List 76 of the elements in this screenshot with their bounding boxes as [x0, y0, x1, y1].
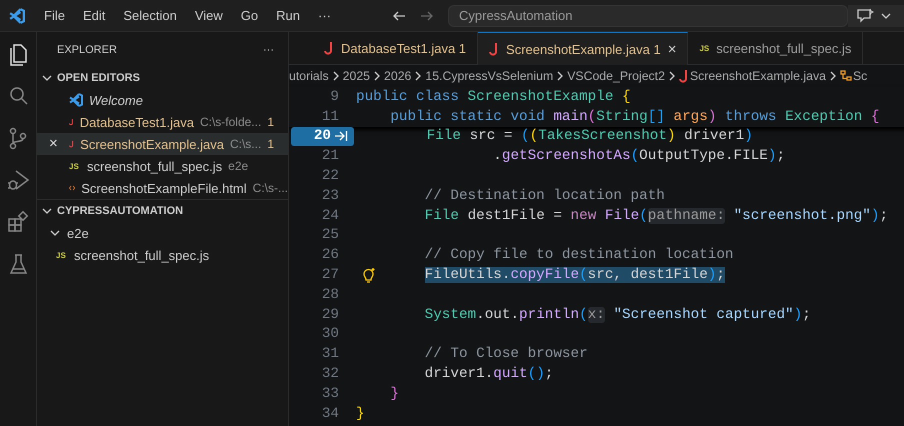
- java-icon: [678, 69, 689, 83]
- tree-item[interactable]: e2e: [37, 222, 288, 244]
- line-number: 9: [329, 88, 339, 107]
- menu-item[interactable]: View: [188, 5, 230, 26]
- class-icon: [840, 70, 852, 82]
- line-number: 26: [320, 246, 339, 266]
- tree-item[interactable]: JS screenshot_full_spec.js: [37, 244, 288, 266]
- app-logo-icon: [9, 8, 25, 24]
- code-line: }: [389, 386, 399, 402]
- code-line: driver1.quit();: [424, 366, 554, 382]
- vscode-logo-icon: [69, 93, 83, 107]
- code-line: // Destination location path: [424, 188, 665, 204]
- line-number: 21: [320, 147, 339, 166]
- close-button[interactable]: ×: [49, 135, 58, 152]
- line-number: 27: [320, 266, 339, 285]
- menu-item[interactable]: Run: [269, 5, 307, 26]
- panel-title: EXPLORER: [57, 44, 117, 56]
- code-line: File dest1File = new File(pathname: "screenshot.png");: [424, 208, 888, 224]
- open-editor-item[interactable]: JS screenshot_full_spec.js e2e: [37, 155, 288, 177]
- chat-icon[interactable]: [856, 8, 874, 24]
- line-number: 24: [320, 206, 339, 226]
- breadcrumb-item[interactable]: 2026: [384, 69, 412, 83]
- menu-item[interactable]: File: [37, 5, 72, 26]
- editor-tab[interactable]: JS screenshot_full_spec.js: [688, 32, 864, 64]
- line-number: 28: [320, 286, 339, 305]
- code-line: File src = ((TakesScreenshot) driver1): [426, 128, 753, 144]
- code-line: }: [356, 406, 365, 422]
- js-file-icon: JS: [56, 250, 68, 260]
- run-debug-icon[interactable]: [6, 168, 30, 192]
- menu-item[interactable]: Selection: [116, 5, 184, 26]
- code-line: // Copy file to destination location: [424, 247, 734, 264]
- section-header[interactable]: OPEN EDITORS: [37, 67, 288, 89]
- breadcrumb-item[interactable]: utorials: [289, 69, 329, 83]
- js-file-icon: JS: [69, 162, 81, 170]
- section-header[interactable]: CYPRESSAUTOMATION: [37, 199, 288, 222]
- jump-arrow-icon: [334, 130, 348, 142]
- extensions-icon[interactable]: [6, 210, 30, 234]
- line-number: 11: [320, 108, 339, 127]
- breadcrumb-item[interactable]: VSCode_Project2: [567, 69, 665, 83]
- code-line: // To Close browser: [424, 346, 588, 362]
- forward-arrow-icon[interactable]: [420, 8, 434, 22]
- menu-item[interactable]: Go: [234, 5, 266, 26]
- line-number: 23: [320, 186, 339, 206]
- line-number: 22: [320, 167, 339, 186]
- line-number: 20: [291, 126, 354, 146]
- open-editor-item[interactable]: Welcome: [37, 89, 288, 111]
- open-editor-item[interactable]: DatabaseTest1.java C:\s-folde... 1: [37, 111, 288, 133]
- line-number: 33: [320, 384, 339, 404]
- menu-item[interactable]: ···: [311, 5, 338, 26]
- lightbulb-icon[interactable]: [361, 268, 375, 284]
- line-number: 31: [320, 345, 339, 364]
- line-number: 32: [320, 365, 339, 384]
- code-line: .getScreenshotAs(OutputType.FILE);: [492, 148, 786, 164]
- java-icon: [489, 42, 500, 56]
- command-search-field[interactable]: CypressAutomation: [448, 4, 848, 26]
- open-editor-item[interactable]: × ScreenshotExample.java C:\s... 1: [37, 133, 288, 155]
- menu-item[interactable]: Edit: [76, 5, 112, 26]
- js-file-icon: JS: [699, 44, 710, 52]
- breadcrumb-item[interactable]: 15.CypressVsSelenium: [425, 69, 554, 83]
- more-actions-button[interactable]: ···: [263, 44, 274, 56]
- editor-tab[interactable]: ScreenshotExample.java 1 ×: [478, 32, 688, 65]
- line-number: 29: [320, 306, 339, 325]
- line-number: 25: [320, 226, 339, 246]
- line-number: 30: [320, 325, 339, 344]
- close-tab-button[interactable]: ×: [668, 40, 676, 58]
- code-line: System.out.println(x: "Screenshot captured");: [424, 306, 811, 323]
- open-editor-item[interactable]: ScreenshotExampleFile.html C:\s-...: [37, 177, 288, 199]
- code-line: FileUtils.copyFile(src, dest1File);: [424, 267, 725, 284]
- breadcrumb-item[interactable]: 2025: [342, 69, 370, 83]
- breadcrumb-item[interactable]: Sc: [852, 69, 868, 83]
- back-arrow-icon[interactable]: [392, 8, 406, 22]
- code-line: public class ScreenshotExample {: [356, 88, 631, 105]
- breadcrumb-item[interactable]: ScreenshotExample.java: [690, 69, 826, 83]
- line-number: 34: [320, 404, 339, 424]
- code-line: public static void main(String[] args) throws Exception {: [389, 108, 880, 125]
- java-icon: [324, 41, 334, 55]
